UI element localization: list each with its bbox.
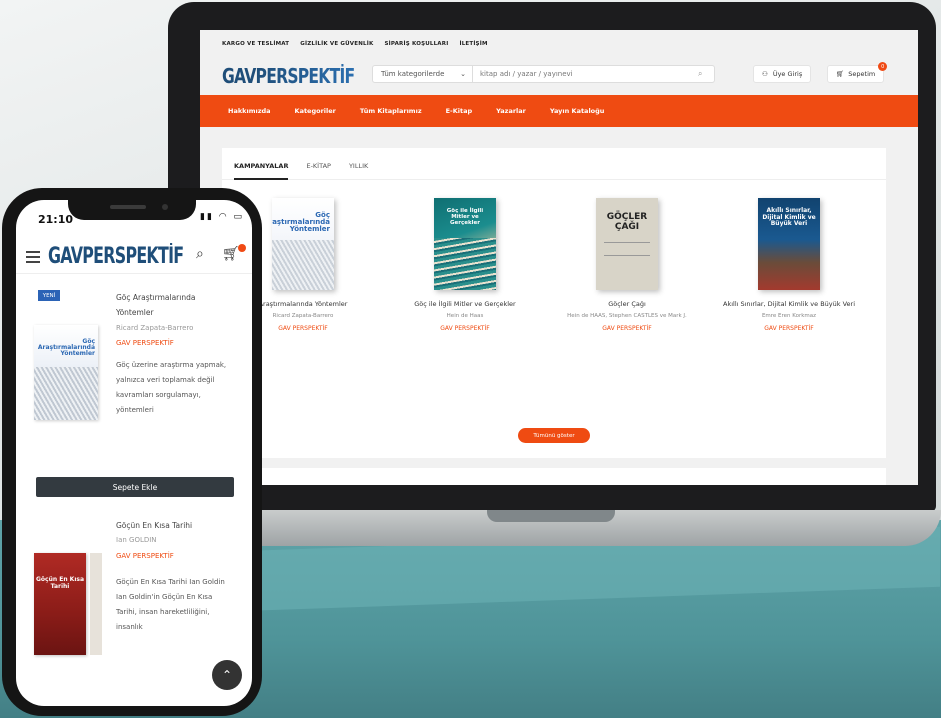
book-title[interactable]: Araştırmalarında Yöntemler [259, 300, 348, 308]
search-icon[interactable]: ⌕ [196, 246, 204, 262]
tab-ebook[interactable]: E-KİTAP [306, 162, 330, 179]
phone-header: GAVPERSPEKTİF ⌕ 🛒︎ [16, 240, 252, 274]
site-logo[interactable]: GAVPERSPEKTİF [48, 244, 184, 269]
book-author: Hein de HAAS, Stephen CASTLES ve Mark J. [567, 313, 687, 319]
category-select[interactable]: Tüm kategorilerde ⌄ [373, 66, 473, 82]
phone-screen: GAVPERSPEKTİF ⌕ 🛒︎ YENİ Göç Araştırmalar… [16, 200, 252, 706]
book-title[interactable]: Göç Araştırmalarında Yöntemler [116, 290, 236, 320]
book-author: Ian GOLDIN [116, 536, 157, 544]
book-cover[interactable]: GÖÇLER ÇAĞI [596, 198, 658, 290]
menu-item[interactable]: Tüm Kitaplarımız [360, 107, 422, 115]
menu-icon[interactable] [26, 251, 40, 266]
menu-item[interactable]: E-Kitap [446, 107, 473, 115]
show-all-button[interactable]: Tümünü göster [518, 428, 590, 443]
new-badge: YENİ [38, 290, 60, 301]
book-cover[interactable]: Göç Araştırmalarında Yöntemler [34, 325, 98, 420]
topnav-link[interactable]: GİZLİLİK VE GÜVENLİK [300, 41, 373, 47]
book-title[interactable]: Göçün En Kısa Tarihi [116, 518, 236, 533]
phone-camera [162, 204, 168, 210]
book-author: Ricard Zapata-Barrero [116, 324, 194, 332]
add-to-cart-button[interactable]: Sepete Ekle [36, 477, 234, 497]
book-card[interactable]: GÖÇLER ÇAĞI Göçler Çağı Hein de HAAS, St… [546, 198, 708, 332]
book-publisher: GAV PERSPEKTİF [116, 339, 174, 347]
book-title[interactable]: Göçler Çağı [608, 300, 646, 308]
book-cover[interactable]: Göç Araştırmalarında Yöntemler [272, 198, 334, 290]
laptop-notch [487, 510, 615, 522]
book-cover[interactable]: Göç ile İlgili Mitler ve Gerçekler [434, 198, 496, 290]
topnav-link[interactable]: İLETİŞİM [459, 41, 487, 47]
topnav-link[interactable]: KARGO VE TESLİMAT [222, 41, 289, 47]
book-publisher: GAV PERSPEKTİF [764, 325, 814, 332]
status-icons: ▮▮ ◠ ▭ [200, 212, 244, 222]
book-cover[interactable]: Akıllı Sınırlar, Dijital Kimlik ve Büyük… [758, 198, 820, 290]
book-author: Hein de Haas [446, 313, 484, 319]
book-author: Emre Eren Korkmaz [761, 313, 817, 319]
search-icon[interactable]: ⌕ [698, 69, 714, 79]
chevron-up-icon[interactable]: ⌃ [212, 660, 242, 690]
book-card[interactable]: Göç ile İlgili Mitler ve Gerçekler Göç i… [384, 198, 546, 332]
book-title[interactable]: Akıllı Sınırlar, Dijital Kimlik ve Büyük… [723, 300, 855, 308]
book-publisher: GAV PERSPEKTİF [278, 325, 328, 332]
cart-count-badge: 0 [878, 62, 888, 71]
cart-button[interactable]: 🛒︎ Sepetim 0 [827, 62, 888, 83]
tab-campaigns[interactable]: KAMPANYALAR [234, 162, 289, 180]
book-publisher: GAV PERSPEKTİF [116, 552, 174, 560]
login-button[interactable]: ⚇ Üye Giriş [753, 65, 812, 83]
top-nav: KARGO VE TESLİMAT GİZLİLİK VE GÜVENLİK S… [222, 41, 488, 47]
menu-item[interactable]: Hakkımızda [228, 107, 271, 115]
book-description: Göçün En Kısa Tarihi Ian Goldin Ian Gold… [116, 578, 225, 631]
laptop-screen: KARGO VE TESLİMAT GİZLİLİK VE GÜVENLİK S… [200, 30, 918, 485]
menu-item[interactable]: Yayın Kataloğu [550, 107, 605, 115]
topnav-link[interactable]: SİPARİŞ KOŞULLARI [384, 41, 448, 47]
next-panel [222, 468, 886, 485]
phone-notch [68, 200, 196, 220]
main-menu: Hakkımızda Kategoriler Tüm Kitaplarımız … [200, 95, 918, 127]
tab-yearly[interactable]: YILLIK [349, 162, 368, 179]
book-spine [90, 553, 102, 655]
cart-badge [237, 244, 246, 252]
book-author: Ricard Zapata-Barrero [272, 313, 334, 319]
tab-bar: KAMPANYALAR E-KİTAP YILLIK [222, 148, 886, 180]
cart-icon[interactable]: 🛒︎ [222, 244, 246, 262]
user-icon: ⚇ [762, 70, 768, 78]
site-logo[interactable]: GAVPERSPEKTİF [222, 64, 355, 88]
search-bar: Tüm kategorilerde ⌄ kitap adı / yazar / … [372, 65, 715, 83]
phone-speaker [110, 205, 146, 209]
search-input[interactable]: kitap adı / yazar / yayınevi [473, 70, 698, 78]
book-publisher: GAV PERSPEKTİF [602, 325, 652, 332]
book-cover[interactable]: Göçün En Kısa Tarihi [34, 553, 86, 655]
menu-item[interactable]: Kategoriler [295, 107, 336, 115]
chevron-down-icon: ⌄ [460, 70, 466, 78]
cart-icon: 🛒︎ [836, 70, 845, 78]
menu-item[interactable]: Yazarlar [496, 107, 526, 115]
status-time: 21:10 [38, 213, 74, 226]
book-list: Göç Araştırmalarında Yöntemler Araştırma… [222, 198, 886, 332]
book-publisher: GAV PERSPEKTİF [440, 325, 490, 332]
book-title[interactable]: Göç ile İlgili Mitler ve Gerçekler [414, 300, 515, 308]
book-card[interactable]: Akıllı Sınırlar, Dijital Kimlik ve Büyük… [708, 198, 870, 332]
campaign-panel: KAMPANYALAR E-KİTAP YILLIK Göç Araştırma… [222, 148, 886, 458]
book-description: Göç üzerine araştırma yapmak, yalnızca v… [116, 361, 227, 414]
